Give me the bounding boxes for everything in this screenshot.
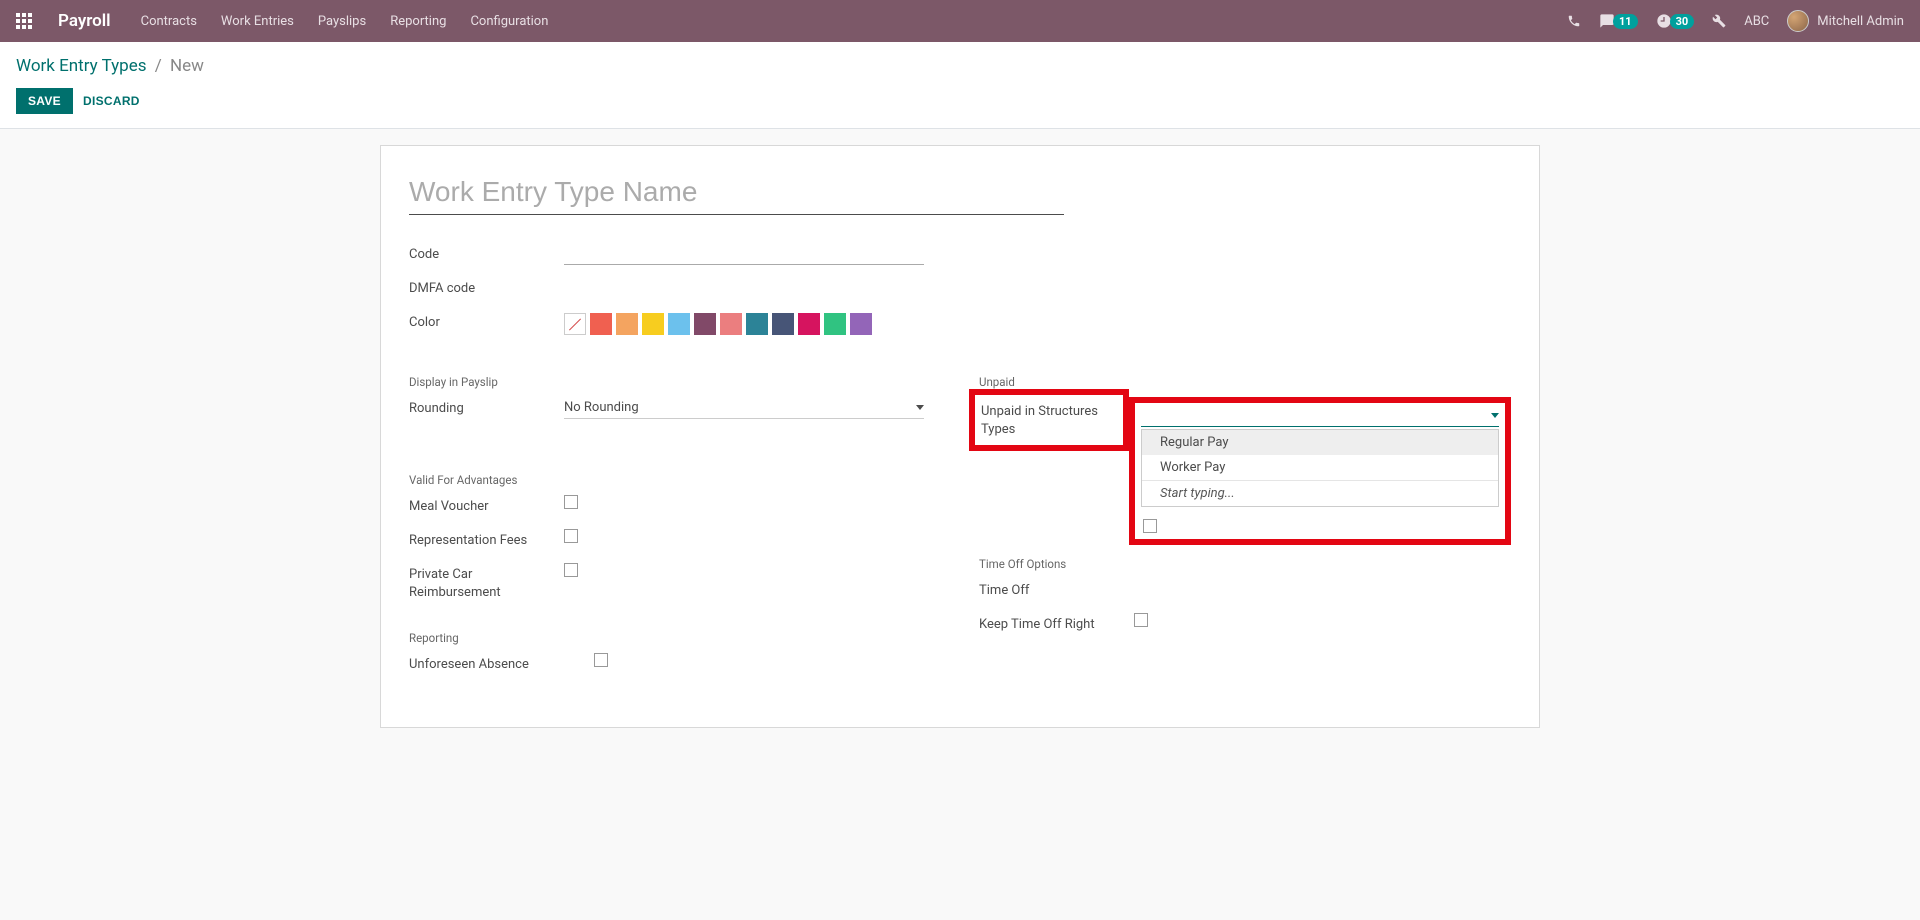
label-meal-voucher: Meal Voucher [409,495,564,516]
hidden-checkbox[interactable] [1143,519,1157,533]
color-8[interactable] [772,313,794,335]
nav-configuration[interactable]: Configuration [470,14,548,29]
label-unpaid-structures: Unpaid in Structures Types [981,403,1115,439]
option-regular-pay[interactable]: Regular Pay [1142,430,1498,455]
color-10[interactable] [824,313,846,335]
row-private-car: Private Car Reimbursement [409,563,939,601]
color-5[interactable] [694,313,716,335]
private-car-checkbox[interactable] [564,563,578,577]
left-col: Display in Payslip Rounding No Rounding … [409,345,939,687]
color-4[interactable] [668,313,690,335]
color-7[interactable] [746,313,768,335]
section-timeoff: Time Off Options [979,557,1511,571]
keep-timeoff-checkbox[interactable] [1134,613,1148,627]
cp-buttons: SAVE DISCARD [16,88,1904,114]
right-col: Unpaid Unpaid in Structures Types Regula… [979,345,1511,687]
row-rep-fees: Representation Fees [409,529,939,555]
label-code: Code [409,243,564,264]
row-dmfa: DMFA code [409,277,949,303]
rounding-value: No Rounding [564,400,639,415]
phone-icon[interactable] [1567,14,1581,28]
section-unpaid: Unpaid [979,375,1511,389]
row-unpaid-structures: Unpaid in Structures Types Regular Pay W… [979,397,1511,545]
brand[interactable]: Payroll [58,11,111,31]
main-groups: Display in Payslip Rounding No Rounding … [409,345,1511,687]
rounding-select[interactable]: No Rounding [564,397,924,419]
breadcrumb-parent[interactable]: Work Entry Types [16,56,147,76]
user-name: Mitchell Admin [1817,14,1904,29]
section-advantages: Valid For Advantages [409,473,939,487]
row-code: Code [409,243,949,269]
company-name[interactable]: ABC [1744,14,1769,29]
label-unforeseen: Unforeseen Absence [409,653,594,674]
row-unforeseen: Unforeseen Absence [409,653,939,679]
top-group: Code DMFA code Color [409,233,949,337]
section-display: Display in Payslip [409,375,939,389]
unpaid-structures-select[interactable] [1141,405,1499,427]
nav-contracts[interactable]: Contracts [141,14,197,29]
label-color: Color [409,311,564,332]
navbar: Payroll Contracts Work Entries Payslips … [0,0,1920,42]
breadcrumb: Work Entry Types / New [16,56,1904,76]
user-menu[interactable]: Mitchell Admin [1787,10,1904,32]
label-keep-timeoff: Keep Time Off Right [979,613,1134,634]
label-private-car: Private Car Reimbursement [409,563,564,601]
row-rounding: Rounding No Rounding [409,397,939,423]
unpaid-structures-input[interactable] [1141,408,1463,423]
color-picker [564,311,949,335]
color-1[interactable] [590,313,612,335]
option-start-typing[interactable]: Start typing... [1142,480,1498,506]
code-input[interactable] [564,243,924,265]
unforeseen-checkbox[interactable] [594,653,608,667]
breadcrumb-current: New [170,56,204,76]
color-9[interactable] [798,313,820,335]
navbar-right: 11 30 ABC Mitchell Admin [1567,10,1904,32]
label-rounding: Rounding [409,397,564,418]
form-sheet: Code DMFA code Color [380,145,1540,728]
row-color: Color [409,311,949,337]
nav-menu: Contracts Work Entries Payslips Reportin… [141,14,549,29]
label-dmfa: DMFA code [409,277,564,298]
meal-voucher-checkbox[interactable] [564,495,578,509]
color-6[interactable] [720,313,742,335]
nav-work-entries[interactable]: Work Entries [221,14,294,29]
highlight-dropdown-frame: Regular Pay Worker Pay Start typing... [1129,397,1511,545]
avatar [1787,10,1809,32]
color-3[interactable] [642,313,664,335]
option-worker-pay[interactable]: Worker Pay [1142,455,1498,480]
name-input[interactable] [409,170,1064,215]
control-panel: Work Entry Types / New SAVE DISCARD [0,42,1920,129]
section-reporting: Reporting [409,631,939,645]
row-meal-voucher: Meal Voucher [409,495,939,521]
apps-icon[interactable] [16,13,32,29]
row-keep-timeoff: Keep Time Off Right [979,613,1511,639]
chevron-down-icon [916,405,924,410]
title-row [409,170,1511,215]
chevron-down-icon [1491,413,1499,418]
navbar-left: Payroll Contracts Work Entries Payslips … [16,11,548,31]
dropdown-menu: Regular Pay Worker Pay Start typing... [1141,429,1499,507]
row-timeoff: Time Off [979,579,1511,605]
form-wrap: Code DMFA code Color [0,129,1920,744]
breadcrumb-sep: / [155,56,162,76]
message-icon[interactable]: 11 [1599,13,1638,29]
clock-icon[interactable]: 30 [1656,13,1695,29]
label-rep-fees: Representation Fees [409,529,564,550]
color-11[interactable] [850,313,872,335]
label-timeoff: Time Off [979,579,1134,600]
color-none[interactable] [564,313,586,335]
nav-reporting[interactable]: Reporting [390,14,446,29]
discard-button[interactable]: DISCARD [83,94,140,108]
nav-payslips[interactable]: Payslips [318,14,366,29]
highlight-label-frame: Unpaid in Structures Types [969,389,1129,451]
message-badge: 11 [1613,14,1638,29]
rep-fees-checkbox[interactable] [564,529,578,543]
clock-badge: 30 [1670,14,1695,29]
wrench-icon[interactable] [1712,14,1726,28]
save-button[interactable]: SAVE [16,88,73,114]
color-2[interactable] [616,313,638,335]
